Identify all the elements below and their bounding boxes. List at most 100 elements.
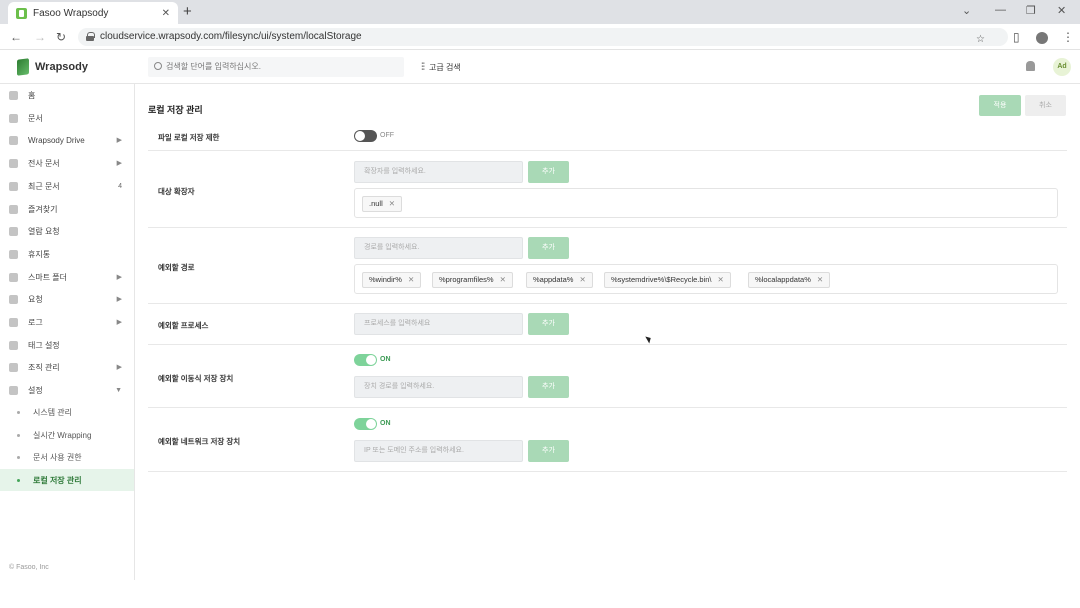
- star-icon: [9, 204, 18, 214]
- exclude-network-label: 예외할 네트워크 저장 장치: [158, 437, 241, 446]
- sidebar-item-label: 최근 문서: [28, 181, 60, 191]
- sidebar-item-label: 요청: [28, 294, 43, 304]
- file-local-save-label: 파일 로컬 저장 제한: [158, 133, 220, 142]
- sidebar-item-log[interactable]: 로그 ▶: [0, 311, 134, 333]
- path-chip: %systemdrive%\$Recycle.bin\ ✕: [604, 272, 731, 288]
- chevron-right-icon: ▶: [116, 364, 122, 371]
- back-icon[interactable]: ←: [10, 30, 22, 44]
- apply-button[interactable]: 적용: [979, 95, 1021, 116]
- search-input[interactable]: 검색할 단어를 입력하십시오.: [148, 57, 404, 77]
- exclude-network-input[interactable]: IP 또는 도메인 주소를 입력하세요.: [354, 440, 523, 462]
- sidebar-item-favorites[interactable]: 즐겨찾기: [0, 198, 134, 220]
- file-local-save-toggle[interactable]: [354, 130, 377, 142]
- search-placeholder: 검색할 단어를 입력하십시오.: [166, 62, 261, 71]
- sidebar-item-label: 로그: [28, 317, 43, 327]
- exclude-network-add-button[interactable]: 추가: [528, 440, 569, 462]
- chip-remove-icon[interactable]: ✕: [579, 275, 585, 284]
- browser-tab[interactable]: Fasoo Wrapsody ✕: [8, 2, 178, 24]
- recent-count-badge: 4: [118, 182, 122, 190]
- bell-icon[interactable]: [1026, 61, 1035, 71]
- sidebar-item-label: 홈: [28, 90, 36, 100]
- window-close-icon[interactable]: ✕: [1057, 4, 1066, 17]
- bullet-icon: [17, 478, 20, 482]
- new-tab-icon[interactable]: +: [183, 3, 192, 20]
- target-ext-label: 대상 확장자: [158, 187, 195, 196]
- chip-remove-icon[interactable]: ✕: [389, 199, 395, 208]
- sidebar-subitem-system[interactable]: 시스템 관리: [0, 401, 134, 423]
- chip-remove-icon[interactable]: ✕: [817, 275, 823, 284]
- logo[interactable]: Wrapsody: [17, 58, 88, 76]
- chip-label: %appdata%: [533, 275, 574, 284]
- exclude-network-toggle[interactable]: [354, 418, 377, 430]
- wrapsody-favicon-icon: [16, 7, 27, 19]
- sidebar-item-requests[interactable]: 요청 ▶: [0, 288, 134, 310]
- sidebar-item-view-request[interactable]: 열람 요청: [0, 220, 134, 242]
- exclude-removable-input[interactable]: 장치 경로를 입력하세요.: [354, 376, 523, 398]
- browser-menu-icon[interactable]: ⋮: [1062, 30, 1074, 44]
- tag-icon: [9, 340, 18, 350]
- profile-icon[interactable]: [1036, 30, 1048, 44]
- search-icon: [154, 62, 162, 70]
- exclude-removable-label: 예외할 이동식 저장 장치: [158, 374, 234, 383]
- cancel-button[interactable]: 취소: [1025, 95, 1066, 116]
- divider: [148, 227, 1067, 228]
- exclude-removable-toggle[interactable]: [354, 354, 377, 366]
- url-field[interactable]: cloudservice.wrapsody.com/filesync/ui/sy…: [78, 28, 1008, 46]
- sidebar-item-label: 스마트 폴더: [28, 272, 68, 282]
- exclude-process-add-button[interactable]: 추가: [528, 313, 569, 335]
- maximize-icon[interactable]: ❐: [1026, 4, 1036, 17]
- trash-icon: [9, 249, 18, 259]
- forward-icon[interactable]: →: [34, 30, 46, 44]
- sidebar-item-org-management[interactable]: 조직 관리 ▶: [0, 356, 134, 378]
- sidebar-item-documents[interactable]: 문서: [0, 107, 134, 129]
- sliders-icon: ⫶⫶: [421, 62, 425, 73]
- file-local-save-state: OFF: [380, 132, 394, 139]
- chip-remove-icon[interactable]: ✕: [500, 275, 506, 284]
- sidebar-item-smart-folder[interactable]: 스마트 폴더 ▶: [0, 266, 134, 288]
- chip-label: .null: [369, 199, 383, 208]
- minimize-icon[interactable]: —: [995, 4, 1006, 16]
- sidebar-item-home[interactable]: 홈: [0, 84, 134, 106]
- divider: [148, 303, 1067, 304]
- chip-remove-icon[interactable]: ✕: [408, 275, 414, 284]
- target-ext-add-button[interactable]: 추가: [528, 161, 569, 183]
- sidebar-item-recent[interactable]: 최근 문서 4: [0, 175, 134, 197]
- exclude-path-input[interactable]: 경로를 입력하세요.: [354, 237, 523, 259]
- exclude-removable-add-button[interactable]: 추가: [528, 376, 569, 398]
- divider: [148, 344, 1067, 345]
- bullet-icon: [17, 433, 20, 437]
- chevron-right-icon: ▶: [116, 296, 122, 303]
- exclude-removable-state: ON: [380, 356, 391, 363]
- log-icon: [9, 317, 18, 327]
- sidebar-subitem-realtime-wrapping[interactable]: 실시간 Wrapping: [0, 424, 134, 446]
- exclude-process-input[interactable]: 프로세스를 입력하세요: [354, 313, 523, 335]
- ext-chip: .null ✕: [362, 196, 403, 212]
- sidebar-subitem-local-storage[interactable]: 로컬 저장 관리: [0, 469, 134, 491]
- advanced-search-button[interactable]: ⫶⫶ 고급 검색: [421, 62, 461, 73]
- advanced-search-label: 고급 검색: [429, 63, 461, 72]
- sidepanel-icon[interactable]: ▯: [1013, 30, 1020, 44]
- bookmark-star-icon[interactable]: ☆: [976, 31, 994, 49]
- sidebar-item-company-docs[interactable]: 전사 문서 ▶: [0, 152, 134, 174]
- tab-search-icon[interactable]: ⌄: [962, 4, 971, 17]
- exclude-path-add-button[interactable]: 추가: [528, 237, 569, 259]
- target-ext-input[interactable]: 확장자를 입력하세요.: [354, 161, 523, 183]
- sidebar-item-trash[interactable]: 휴지통: [0, 243, 134, 265]
- sidebar-item-settings[interactable]: 설정 ▼: [0, 379, 134, 401]
- sidebar-subitem-label: 시스템 관리: [33, 407, 73, 417]
- copyright: © Fasoo, Inc: [9, 564, 49, 571]
- path-chip: %programfiles% ✕: [432, 272, 513, 288]
- sidebar-item-drive[interactable]: Wrapsody Drive ▶: [0, 129, 134, 151]
- sidebar-item-label: 즐겨찾기: [28, 204, 58, 214]
- chip-remove-icon[interactable]: ✕: [717, 275, 723, 284]
- avatar[interactable]: Ad: [1053, 58, 1071, 76]
- chip-label: %localappdata%: [755, 275, 811, 284]
- tab-close-icon[interactable]: ✕: [162, 8, 170, 19]
- reload-icon[interactable]: ↻: [56, 30, 66, 44]
- request-icon: [9, 226, 18, 236]
- exclude-network-state: ON: [380, 420, 391, 427]
- sidebar-item-tag-settings[interactable]: 태그 설정: [0, 334, 134, 356]
- chevron-right-icon: ▶: [116, 319, 122, 326]
- document-icon: [9, 113, 18, 123]
- sidebar-subitem-doc-permissions[interactable]: 문서 사용 권한: [0, 446, 134, 468]
